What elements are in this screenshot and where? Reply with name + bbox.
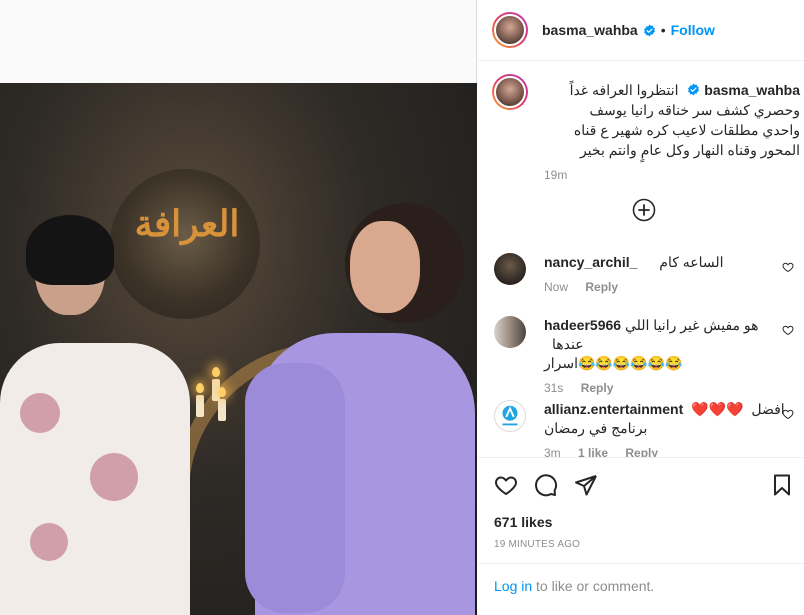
caption-time[interactable]: 19m xyxy=(544,168,567,182)
login-prompt: Log in to like or comment. xyxy=(478,563,804,615)
comment-emoji-hearts: ❤️❤️❤️ xyxy=(691,401,744,417)
dress-flower xyxy=(20,393,60,433)
commenter-username[interactable]: nancy_archil_ xyxy=(544,254,637,270)
author-avatar-image xyxy=(494,14,526,46)
comment-body: hadeer5966 هو مفيش غير رانيا اللي عندها … xyxy=(544,316,799,398)
candle xyxy=(218,399,226,421)
likes-count[interactable]: 671 likes xyxy=(494,514,552,530)
reply-button[interactable]: Reply xyxy=(585,280,618,294)
commenter-avatar[interactable] xyxy=(494,253,526,285)
caption-line: المحور وقناه النهار وكل عامٍ وانتم بخير xyxy=(579,142,800,158)
author-avatar[interactable] xyxy=(492,12,528,48)
post-details-pane: basma_wahba • Follow انتظروا العرافه غدا… xyxy=(478,0,804,615)
dress-flower xyxy=(30,523,68,561)
login-link[interactable]: Log in xyxy=(494,578,532,594)
comment-meta: 3m 1 like Reply xyxy=(544,444,799,457)
comment-body: nancy_archil_ الساعه كام Now Reply xyxy=(544,253,799,297)
commenter-avatar[interactable] xyxy=(494,400,526,432)
comments-list[interactable]: انتظروا العرافه غداً basma_wahba وحصري ك… xyxy=(478,62,804,458)
commenter-avatar[interactable] xyxy=(494,316,526,348)
caption-avatar[interactable] xyxy=(492,74,528,110)
comment-body: allianz.entertainment ❤️❤️❤️ افضل برنامج… xyxy=(544,400,799,457)
login-prompt-text: to like or comment. xyxy=(536,578,655,594)
comment-meta: Now Reply xyxy=(544,278,799,297)
caption-avatar-image xyxy=(494,76,526,108)
post-photo[interactable]: العرافة xyxy=(0,83,477,615)
person-left-hair xyxy=(26,215,114,285)
dress-flower xyxy=(90,453,138,501)
save-bookmark-icon[interactable] xyxy=(770,473,794,497)
load-more-comments-icon[interactable] xyxy=(632,198,656,222)
allianz-logo-icon xyxy=(502,405,518,426)
follow-button[interactable]: Follow xyxy=(671,22,715,38)
author-username[interactable]: basma_wahba xyxy=(542,22,638,38)
comment-likes[interactable]: 1 like xyxy=(578,446,608,457)
like-comment-icon[interactable] xyxy=(782,324,794,336)
comment-text: 😂😂😂😂😂😂اسرار xyxy=(544,355,683,371)
reply-button[interactable]: Reply xyxy=(625,446,658,457)
person-right-sleeve xyxy=(245,363,345,613)
reply-button[interactable]: Reply xyxy=(581,381,614,395)
candle-flame xyxy=(218,387,226,397)
like-icon[interactable] xyxy=(494,473,518,497)
caption-line: واحدي مطلقات لاعيب كره شهير ع قناه xyxy=(573,122,800,138)
commenter-username[interactable]: allianz.entertainment xyxy=(544,401,683,417)
comment-text: برنامج في رمضان xyxy=(544,420,648,436)
commenter-username[interactable]: hadeer5966 xyxy=(544,317,621,333)
separator-dot: • xyxy=(660,22,666,38)
person-right xyxy=(245,203,477,615)
comment-time[interactable]: Now xyxy=(544,280,568,294)
share-icon[interactable] xyxy=(574,473,598,497)
candle-flame xyxy=(212,367,220,377)
verified-badge-icon xyxy=(688,83,700,96)
caption-text: انتظروا العرافه غداً basma_wahba وحصري ك… xyxy=(544,80,800,160)
post-timestamp[interactable]: 19 MINUTES AGO xyxy=(494,539,580,550)
caption-line: انتظروا العرافه غداً xyxy=(569,82,679,98)
comment-meta: 31s Reply xyxy=(544,379,799,398)
comment-text: افضل xyxy=(751,401,785,417)
media-pane: العرافة xyxy=(0,0,477,615)
caption-line: وحصري كشف سر خناقه رانيا يوسف xyxy=(589,102,800,118)
like-comment-icon[interactable] xyxy=(782,408,794,420)
comment-time[interactable]: 31s xyxy=(544,381,563,395)
person-right-head xyxy=(350,221,420,313)
like-comment-icon[interactable] xyxy=(782,261,794,273)
post-header: basma_wahba • Follow xyxy=(478,0,804,61)
comment-time[interactable]: 3m xyxy=(544,446,561,457)
action-bar xyxy=(478,459,804,509)
verified-badge-icon xyxy=(643,24,655,36)
comment-text: الساعه كام xyxy=(659,254,724,270)
caption-username[interactable]: basma_wahba xyxy=(704,82,800,98)
person-left xyxy=(0,215,200,615)
comment-icon[interactable] xyxy=(534,473,558,497)
